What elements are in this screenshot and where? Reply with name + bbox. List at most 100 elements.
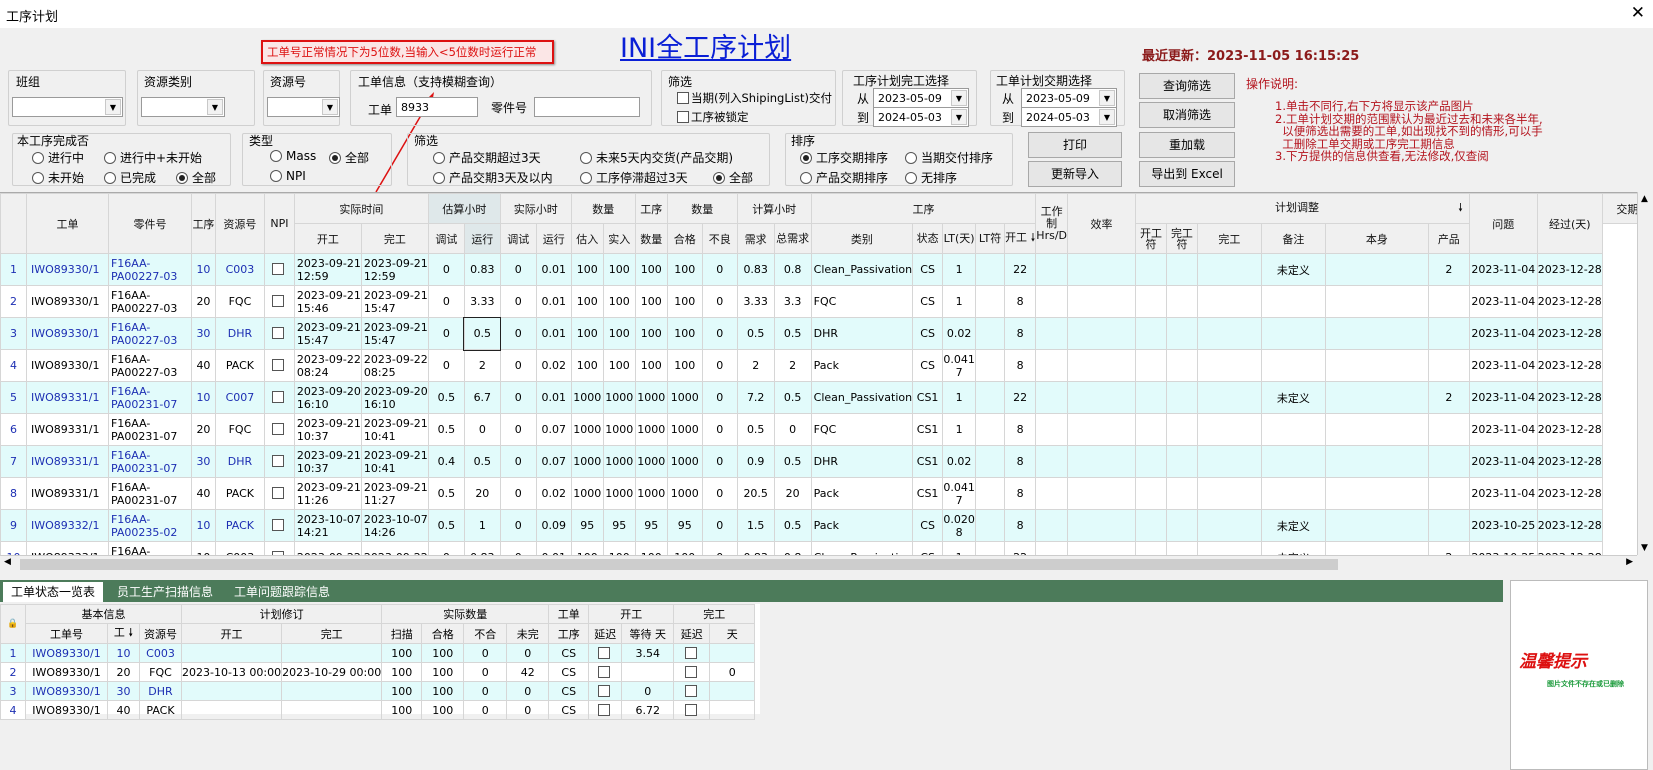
plan-start-cell[interactable]	[1067, 413, 1136, 446]
col-npi[interactable]: NPI	[263, 193, 295, 254]
col-end-days[interactable]: 天	[709, 623, 756, 644]
lt-cell[interactable]: 0.0417	[942, 477, 977, 510]
row-number[interactable]: 5	[0, 381, 27, 414]
res-cell[interactable]: FQC	[139, 662, 182, 682]
est-debug-cell[interactable]: 0	[427, 349, 465, 382]
good-cell[interactable]: 100	[666, 253, 703, 286]
unfinished-cell[interactable]: 42	[506, 662, 550, 682]
scan-cell[interactable]: 100	[381, 643, 423, 663]
end-delay-checkbox[interactable]	[673, 662, 711, 682]
end-cell[interactable]: 2023-09-21 15:47	[360, 317, 429, 350]
plan-start-cell[interactable]	[1067, 477, 1136, 510]
lt-cell[interactable]: 0.02	[942, 317, 977, 350]
lt-cell[interactable]: 1	[942, 381, 977, 414]
radio-next-5-days[interactable]: 未来5天内交货(产品交期)	[580, 149, 733, 166]
hours-cell[interactable]: 8	[1004, 445, 1037, 478]
product-due-cell[interactable]: 2023-12-28	[1536, 349, 1603, 382]
issue-cell[interactable]	[1324, 253, 1429, 286]
est-debug-cell[interactable]: 0.5	[427, 413, 465, 446]
table-row[interactable]: 9 IWO89332/1 F16AA-PA00235-02 10 PACK 2023-10…	[0, 509, 1653, 542]
res-cell[interactable]: PACK	[139, 700, 182, 720]
need-cell[interactable]: 7.2	[736, 381, 775, 414]
issue-cell[interactable]	[1324, 413, 1429, 446]
bad-cell[interactable]: 0	[701, 253, 738, 286]
end-sym-cell[interactable]	[1165, 413, 1198, 446]
product-due-cell[interactable]: 2023-12-28	[1536, 541, 1603, 555]
locked-checkbox[interactable]: 工序被锁定	[677, 109, 749, 125]
row-number[interactable]: 10	[0, 541, 27, 555]
res-cell[interactable]: C003	[139, 643, 182, 663]
start-cell[interactable]: 2023-09-20 16:10	[293, 381, 362, 414]
qty-act-cell[interactable]: 1000	[602, 477, 636, 510]
lt-cell[interactable]: 1	[942, 541, 977, 555]
part-cell[interactable]: F16AA-PA00231-07	[107, 445, 192, 478]
status-row[interactable]: 1 IWO89330/1 10 C003 100 100 0 0 CS 3.54	[0, 643, 756, 663]
npi-checkbox[interactable]	[263, 541, 295, 555]
wait-cell[interactable]: 3.54	[621, 643, 675, 663]
workorder-cell[interactable]: IWO89331/1	[25, 477, 109, 510]
op-cell[interactable]: 30	[107, 681, 140, 701]
op-cell[interactable]: 10	[190, 509, 216, 542]
qty-act-cell[interactable]: 1000	[602, 445, 636, 478]
part-cell[interactable]: F16AA-PA00231-07	[107, 381, 192, 414]
total-cell[interactable]: 0.5	[773, 381, 812, 414]
resource-cell[interactable]: FQC	[214, 285, 265, 318]
plan-start-cell[interactable]	[1067, 541, 1136, 555]
resource-cell[interactable]: FQC	[214, 413, 265, 446]
table-row[interactable]: 10IWO89333/1F16AA-PA0023510C0032023-09-2…	[0, 541, 1653, 555]
qty-act-cell[interactable]: 100	[602, 317, 636, 350]
remark-cell[interactable]	[1260, 285, 1326, 318]
row-number[interactable]: 2	[0, 662, 26, 682]
col-act-debug[interactable]: 调试	[499, 223, 537, 254]
start-sym-cell[interactable]	[1134, 541, 1167, 555]
lt-cell[interactable]: 0.0417	[942, 349, 977, 382]
wo-cell[interactable]: IWO89330/1	[25, 643, 108, 663]
col-resource[interactable]: 资源号	[214, 193, 265, 254]
category-cell[interactable]: Clean_Passivati	[810, 541, 914, 555]
act-run-cell[interactable]: 0.01	[535, 253, 572, 286]
need-cell[interactable]: 1.5	[736, 509, 775, 542]
issue-cell[interactable]	[1324, 445, 1429, 478]
col-start-delay[interactable]: 延迟	[588, 623, 623, 644]
status-cell[interactable]: CS	[912, 285, 944, 318]
team-select[interactable]: ▼	[12, 97, 123, 117]
ng-cell[interactable]: 0	[463, 662, 508, 682]
est-run-cell[interactable]: 2	[463, 349, 501, 382]
plan-start-cell[interactable]	[180, 681, 283, 701]
op-qty-cell[interactable]: 100	[634, 285, 668, 318]
col-est-debug[interactable]: 调试	[427, 223, 465, 254]
elapsed-cell[interactable]	[1427, 445, 1470, 478]
days-cell[interactable]	[709, 700, 756, 720]
end-cell[interactable]: 2023-09-22	[360, 541, 429, 555]
issue-cell[interactable]	[1324, 541, 1429, 555]
total-cell[interactable]: 0	[773, 413, 812, 446]
act-run-cell[interactable]: 0.09	[535, 509, 572, 542]
due-cell[interactable]: 2023-11-04	[1468, 317, 1538, 350]
scroll-right-icon[interactable]: ▶	[1626, 557, 1633, 567]
scroll-left-icon[interactable]: ◀	[4, 557, 11, 567]
table-row[interactable]: 2 IWO89330/1 F16AA-PA00227-03 20 FQC 2023-09-…	[0, 285, 1653, 318]
start-cell[interactable]: 2023-09-21 12:59	[293, 253, 362, 286]
product-due-cell[interactable]: 2023-12-28	[1536, 477, 1603, 510]
op-cell[interactable]: 20	[107, 662, 140, 682]
due-cell[interactable]: 2023-10-25	[1468, 541, 1538, 555]
col-lt-sym[interactable]: LT符	[975, 223, 1006, 254]
est-debug-cell[interactable]: 0	[427, 541, 465, 555]
category-cell[interactable]: Pack	[810, 509, 914, 542]
part-cell[interactable]: F16AA-PA00231-07	[107, 477, 192, 510]
end-sym-cell[interactable]	[1165, 285, 1198, 318]
due-from-date[interactable]: 2023-05-09 ▼	[1021, 88, 1117, 108]
qty-act-cell[interactable]: 100	[602, 541, 636, 555]
act-run-cell[interactable]: 0.07	[535, 413, 572, 446]
end-delay-checkbox[interactable]	[673, 643, 711, 663]
status-cell[interactable]: CS	[548, 700, 590, 720]
plan-end-cell[interactable]	[1196, 445, 1262, 478]
start-sym-cell[interactable]	[1134, 477, 1167, 510]
category-cell[interactable]: Pack	[810, 477, 914, 510]
lt-cell[interactable]: 1	[942, 413, 977, 446]
act-run-cell[interactable]: 0.01	[535, 317, 572, 350]
status-cell[interactable]: CS	[548, 662, 590, 682]
resource-type-select[interactable]: ▼	[141, 97, 225, 117]
workorder-cell[interactable]: IWO89331/1	[25, 413, 109, 446]
col-start-sym[interactable]: 开工符	[1134, 223, 1167, 254]
